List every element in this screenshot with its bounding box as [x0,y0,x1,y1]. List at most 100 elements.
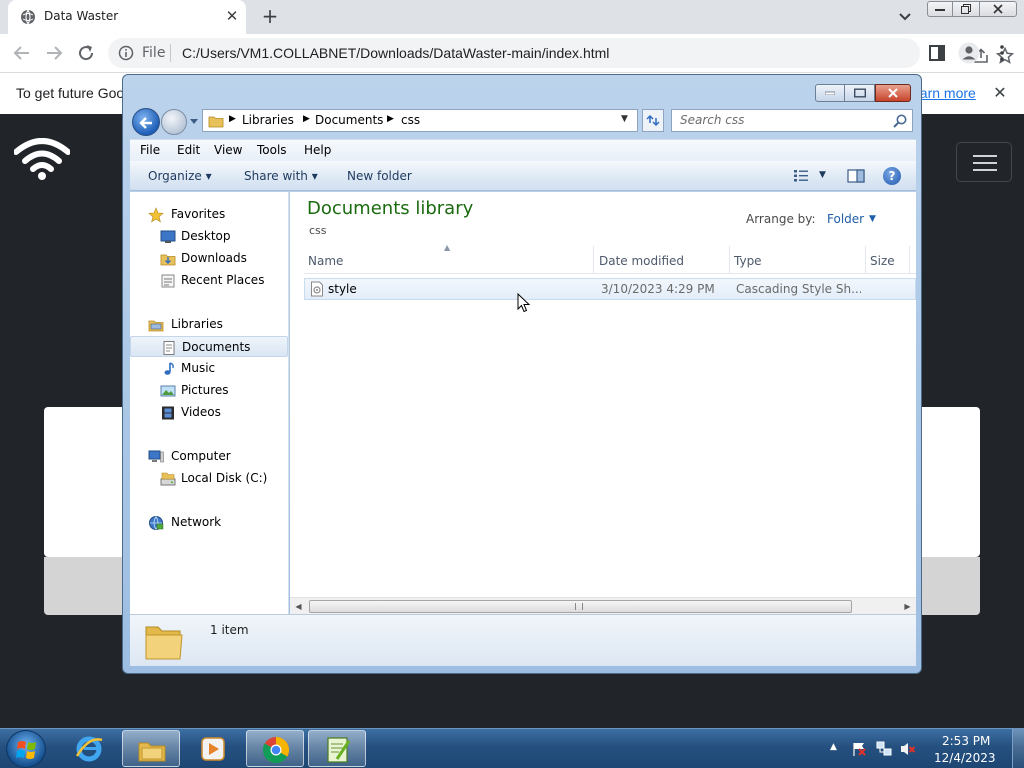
organize-button[interactable]: Organize ▾ [148,169,212,183]
close-button[interactable] [979,1,1017,17]
taskbar-windows-explorer[interactable] [122,730,180,767]
menu-help[interactable]: Help [304,143,331,157]
chevron-down-icon[interactable]: ▼ [869,214,876,224]
nav-favorites[interactable]: Favorites [130,204,288,225]
sort-ascending-icon: ▲ [444,243,451,252]
arrange-by-dropdown[interactable]: Folder [827,212,864,226]
nav-libraries[interactable]: Libraries [130,314,288,335]
profile-avatar-icon[interactable] [958,42,980,64]
taskbar-media-player[interactable] [184,730,242,767]
action-center-flag-icon[interactable] [851,741,867,757]
preview-pane-icon[interactable] [847,169,865,183]
breadcrumb-libraries[interactable]: Libraries [242,113,294,127]
address-bar[interactable]: File C:/Users/VM1.COLLABNET/Downloads/Da… [108,38,1014,68]
view-options-icon[interactable] [793,169,809,183]
explorer-menu-bar: File Edit View Tools Help [130,139,916,161]
search-input[interactable] [680,113,880,127]
computer-icon [148,450,164,463]
nav-label: Computer [171,449,231,463]
infobar-close-button[interactable]: ✕ [990,83,1010,103]
show-hidden-icons-arrow[interactable]: ▲ [830,742,837,752]
tab-close-button[interactable]: ✕ [222,6,242,26]
taskbar-internet-explorer[interactable] [60,730,118,767]
libraries-icon [148,320,164,332]
recent-pages-dropdown-icon[interactable] [189,118,199,126]
volume-muted-icon[interactable] [900,741,916,757]
nav-recent-places[interactable]: Recent Places [130,270,288,291]
restore-button[interactable] [953,1,979,17]
nav-network[interactable]: Network [130,512,288,533]
menu-file[interactable]: File [140,143,160,157]
explorer-address-bar[interactable]: ▶ Libraries ▶ Documents ▶ css ▼ [202,109,638,132]
hamburger-menu-button[interactable] [956,142,1012,182]
reload-icon[interactable] [74,41,98,65]
minimize-button[interactable] [927,1,953,17]
menu-edit[interactable]: Edit [177,143,200,157]
details-pane: 1 item [130,614,916,666]
explorer-forward-button[interactable] [161,109,187,135]
taskbar-chrome[interactable] [246,730,304,767]
share-with-button[interactable]: Share with ▾ [244,169,318,183]
new-tab-button[interactable]: + [258,5,282,29]
file-name: style [328,282,357,296]
explorer-maximize-button[interactable] [845,84,875,102]
breadcrumb-documents[interactable]: Documents [315,113,383,127]
chevron-down-icon[interactable] [895,8,915,26]
address-dropdown-icon[interactable]: ▼ [621,114,628,124]
column-header-date-modified[interactable]: Date modified [595,246,730,274]
downloads-folder-icon [160,254,176,266]
breadcrumb-arrow-icon[interactable]: ▶ [303,114,310,124]
nav-label: Videos [181,405,221,419]
nav-computer[interactable]: Computer [130,446,288,467]
breadcrumb-arrow-icon[interactable]: ▶ [229,114,236,124]
nav-local-disk[interactable]: Local Disk (C:) [130,468,288,489]
explorer-close-button[interactable] [875,84,911,102]
refresh-button[interactable] [642,109,664,132]
column-header-size[interactable]: Size [866,246,910,274]
nav-desktop[interactable]: Desktop [130,226,288,247]
scrollbar-thumb[interactable] [309,600,852,613]
new-folder-button[interactable]: New folder [347,169,412,183]
explorer-back-button[interactable] [132,108,160,136]
scroll-right-arrow-icon[interactable]: ▶ [899,598,916,615]
breadcrumb-arrow-icon[interactable]: ▶ [387,114,394,124]
breadcrumb-css[interactable]: css [401,113,420,127]
folder-icon [138,742,166,762]
show-desktop-button[interactable] [1012,729,1024,768]
nav-documents[interactable]: Documents [130,336,288,357]
network-status-icon[interactable] [876,741,892,757]
scroll-left-arrow-icon[interactable]: ◀ [290,598,307,615]
help-icon[interactable]: ? [883,167,901,185]
horizontal-scrollbar[interactable]: ◀ ▶ [290,597,916,614]
file-row[interactable]: style 3/10/2023 4:29 PM Cascading Style … [304,278,916,300]
explorer-search-box[interactable] [671,109,913,132]
tab-title: Data Waster [44,9,119,23]
nav-videos[interactable]: Videos [130,402,288,423]
maximize-icon [853,88,866,98]
menu-tools[interactable]: Tools [257,143,287,157]
column-header-label: Name [308,254,344,268]
search-icon[interactable] [892,113,908,129]
clock-date[interactable]: 12/4/2023 [934,751,996,765]
film-strip-icon [162,406,174,420]
start-button[interactable] [6,730,46,768]
menu-view[interactable]: View [214,143,242,157]
url-text[interactable]: C:/Users/VM1.COLLABNET/Downloads/DataWas… [182,45,609,61]
view-dropdown-icon[interactable]: ▼ [819,170,826,180]
taskbar-notepad-plus[interactable] [308,730,366,767]
info-icon[interactable] [118,45,134,61]
column-headers: ▲ Name Date modified Type Size [304,243,916,274]
column-header-type[interactable]: Type [730,246,866,274]
nav-pictures[interactable]: Pictures [130,380,288,401]
nav-music[interactable]: Music [130,358,288,379]
nav-downloads[interactable]: Downloads [130,248,288,269]
explorer-minimize-button[interactable] [815,84,845,102]
more-vert-icon[interactable] [994,43,1010,63]
notepad-plus-icon [327,737,351,763]
column-header-name[interactable]: ▲ Name [304,243,594,274]
browser-tab[interactable]: Data Waster ✕ [8,0,246,34]
back-arrow-icon[interactable] [10,41,34,65]
clock-time[interactable]: 2:53 PM [942,734,990,748]
side-panel-icon[interactable] [928,44,946,62]
forward-arrow-icon[interactable] [42,41,66,65]
